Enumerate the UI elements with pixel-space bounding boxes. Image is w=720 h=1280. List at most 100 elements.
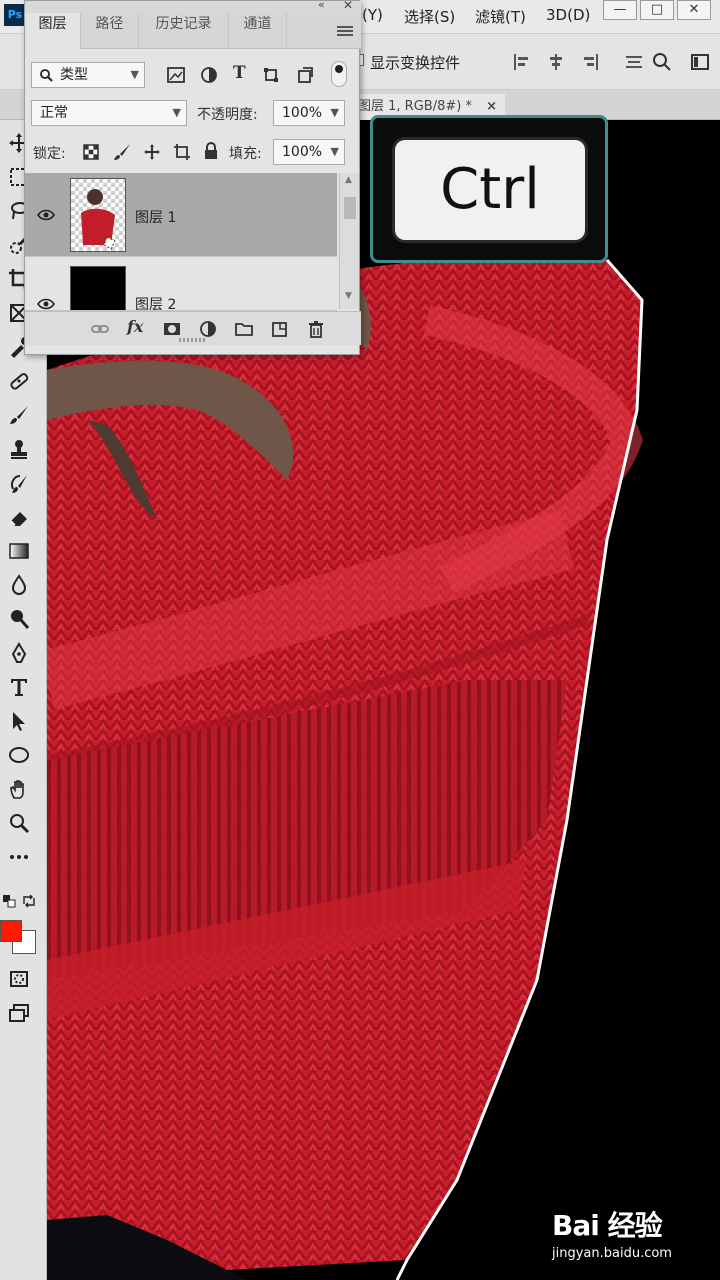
type-tool-icon[interactable] [6,674,32,700]
opacity-label: 不透明度: [197,107,258,123]
filter-shape-icon[interactable] [263,67,279,83]
resize-grip[interactable] [179,338,207,342]
layer-name[interactable]: 图层 2 [135,294,176,310]
path-selection-tool-icon[interactable] [6,708,32,734]
close-tab-icon[interactable]: × [486,99,497,114]
menu-item-select[interactable]: 选择(S) [404,6,455,27]
show-transform-label: 显示变换控件 [370,54,461,72]
search-icon[interactable] [652,52,672,72]
blend-mode-value: 正常 [40,105,68,121]
layer-thumbnail[interactable] [70,266,126,310]
collapse-panel-icon[interactable]: « [318,0,325,11]
tab-paths[interactable]: 路径 [81,13,139,49]
filter-adjustment-icon[interactable] [201,67,217,83]
watermark-url: jingyan.baidu.com [552,1246,672,1261]
lock-label: 锁定: [33,146,66,162]
hand-tool-icon[interactable] [6,776,32,802]
lock-artboard-icon[interactable] [173,143,191,161]
distribute-icon[interactable] [624,52,644,72]
menu-item-image[interactable]: (Y) [362,6,383,24]
eraser-tool-icon[interactable] [6,504,32,530]
search-icon [40,69,53,82]
photoshop-window: Ps (Y) 选择(S) 滤镜(T) 3D(D) — □ ✕ 显示变换控件 图层… [0,0,720,1280]
filter-type-icon[interactable]: T [233,63,246,83]
filter-smart-object-icon[interactable] [297,67,313,83]
pen-tool-icon[interactable] [6,640,32,666]
gradient-tool-icon[interactable] [6,538,32,564]
opacity-input[interactable]: 100% ▼ [273,100,345,126]
panel-grip[interactable]: « ✕ [25,0,361,13]
baidu-jingyan-watermark: Bai 经验 jingyan.baidu.com [552,1204,712,1274]
filter-kind-select[interactable]: 类型 ▼ [31,62,145,88]
tab-channels[interactable]: 通道 [229,13,287,49]
chevron-down-icon: ▼ [330,106,339,119]
default-colors-icon[interactable] [2,894,16,908]
ellipse-tool-icon[interactable] [6,742,32,768]
tab-history[interactable]: 历史记录 [139,13,229,49]
watermark-brand: Bai 经验 [552,1209,663,1242]
blur-tool-icon[interactable] [6,572,32,598]
adjustment-icon[interactable] [199,320,217,338]
layer-thumbnail-image [81,189,116,250]
mask-icon[interactable] [163,320,181,338]
layers-scrollbar[interactable]: ▲ ▼ [339,173,359,309]
blend-mode-select[interactable]: 正常 ▼ [31,100,187,126]
stamp-tool-icon[interactable] [6,436,32,462]
filter-pixel-icon[interactable] [167,67,185,83]
fill-label: 填充: [229,146,262,162]
close-window-button[interactable]: ✕ [677,0,711,20]
layer-thumbnail[interactable] [70,178,126,252]
document-tab-title: 图层 1, RGB/8#) * [358,99,472,114]
quick-mask-icon[interactable] [6,966,32,992]
dodge-tool-icon[interactable] [6,606,32,632]
lock-pixels-icon[interactable] [113,143,131,161]
lock-all-icon[interactable] [203,142,219,160]
layers-panel-footer: fx [25,311,361,345]
filter-toggle[interactable] [331,61,347,87]
healing-brush-tool-icon[interactable] [6,368,32,394]
panel-menu-icon[interactable] [337,25,353,37]
layers-panel: « ✕ 图层 路径 历史记录 通道 类型 ▼ T 正常 ▼ 不透明度: 100%… [24,0,361,355]
new-layer-icon[interactable] [271,320,289,338]
opacity-value: 100% [282,105,323,121]
keystroke-overlay: Ctrl [370,115,608,263]
maximize-button[interactable]: □ [640,0,674,20]
lock-position-icon[interactable] [143,143,161,161]
folder-icon[interactable] [235,320,253,338]
menu-item-filter[interactable]: 滤镜(T) [475,6,526,27]
layer-row[interactable]: 图层 1 [25,173,337,257]
filter-kind-value: 类型 [60,67,88,83]
fill-value: 100% [282,144,323,160]
eye-icon[interactable] [37,209,55,221]
eye-icon[interactable] [37,298,55,310]
align-center-icon[interactable] [546,52,566,72]
align-left-icon[interactable] [512,52,532,72]
photoshop-logo: Ps [4,4,26,26]
scroll-thumb[interactable] [344,197,356,219]
screen-mode-icon[interactable] [6,1000,32,1026]
panel-tabs: 图层 路径 历史记录 通道 [25,13,361,49]
trash-icon[interactable] [307,320,325,338]
brush-tool-icon[interactable] [6,402,32,428]
scroll-up-icon[interactable]: ▲ [345,175,352,185]
more-tools-icon[interactable] [6,844,32,870]
scroll-down-icon[interactable]: ▼ [345,291,352,301]
lock-transparent-icon[interactable] [83,144,99,160]
swap-colors-icon[interactable] [22,894,36,908]
foreground-color-swatch[interactable] [0,920,22,942]
link-icon[interactable] [91,320,109,338]
align-right-icon[interactable] [580,52,600,72]
chevron-down-icon: ▼ [130,68,139,81]
fill-input[interactable]: 100% ▼ [273,139,345,165]
zoom-tool-icon[interactable] [6,810,32,836]
fx-icon[interactable]: fx [127,317,143,336]
history-brush-tool-icon[interactable] [6,470,32,496]
chevron-down-icon: ▼ [172,106,181,119]
layer-name[interactable]: 图层 1 [135,207,176,227]
minimize-button[interactable]: — [603,0,637,20]
close-panel-icon[interactable]: ✕ [343,0,353,12]
workspace-icon[interactable] [690,52,710,72]
tab-layers[interactable]: 图层 [25,13,81,49]
menu-item-3d[interactable]: 3D(D) [546,6,590,24]
layer-row[interactable]: 图层 2 [25,258,337,311]
